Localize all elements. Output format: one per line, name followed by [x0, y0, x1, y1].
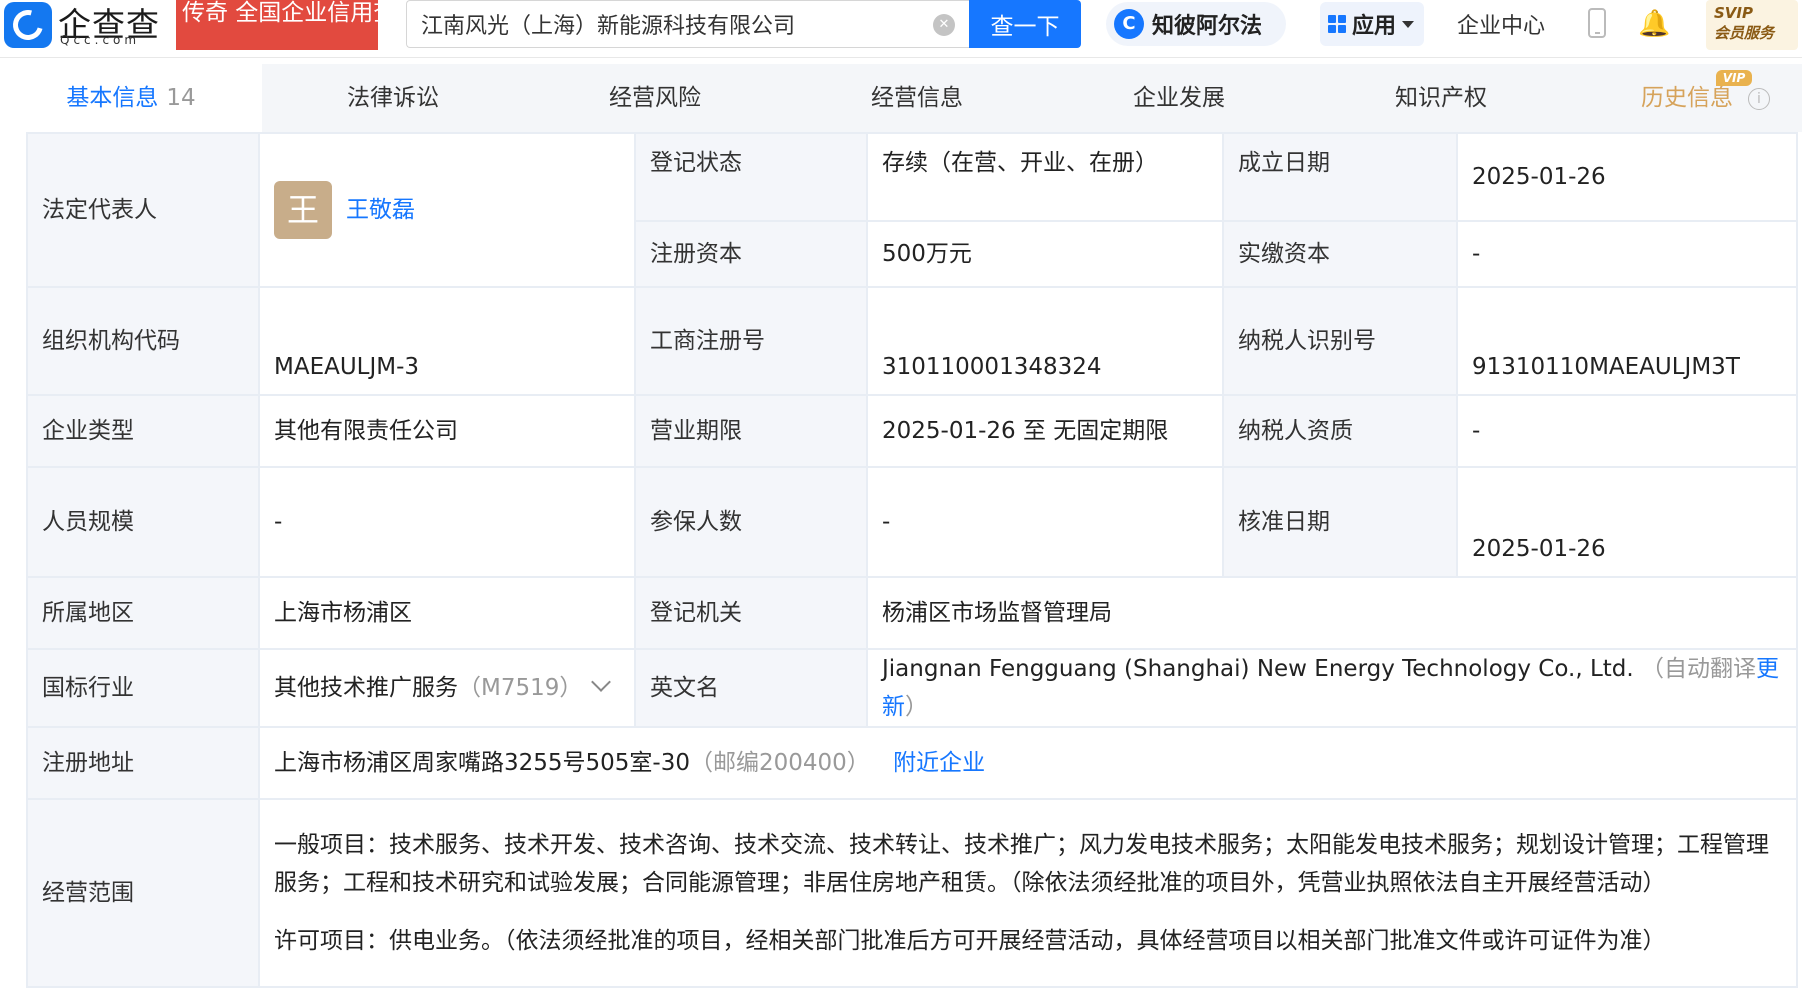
english-name-value: Jiangnan Fengguang (Shanghai) New Energy… [882, 656, 1634, 682]
tab-business-info[interactable]: 经营信息 [786, 64, 1048, 132]
industry-cell: 其他技术推广服务（M7519） [258, 648, 636, 728]
auto-translate-suffix: ） [905, 694, 928, 720]
est-date-label: 成立日期 [1222, 132, 1458, 222]
staff-size-label: 人员规模 [26, 466, 260, 578]
scope-general: 一般项目：技术服务、技术开发、技术咨询、技术交流、技术转让、技术推广；风力发电技… [274, 832, 1769, 896]
brand-domain: Qcc.com [60, 33, 141, 47]
qcc-logo-icon[interactable] [4, 2, 52, 48]
approval-date-label: 核准日期 [1222, 466, 1458, 578]
mobile-phone-icon[interactable] [1588, 8, 1606, 38]
nearby-companies-link[interactable]: 附近企业 [893, 750, 985, 776]
brand-logo[interactable]: 企查查 Qcc.com [58, 0, 170, 50]
address-value: 上海市杨浦区周家嘴路3255号505室-30 [274, 750, 690, 776]
insured-value: - [866, 466, 1224, 578]
est-date-value: 2025-01-26 [1456, 132, 1798, 222]
english-name-label: 英文名 [634, 648, 868, 728]
org-code-label: 组织机构代码 [26, 286, 260, 396]
vip-badge: VIP [1716, 70, 1752, 86]
address-cell: 上海市杨浦区周家嘴路3255号505室-30（邮编200400） 附近企业 [258, 726, 1798, 800]
bell-icon[interactable]: 🔔 [1638, 10, 1670, 38]
table-row: 法定代表人 王王敬磊 登记状态 存续（在营、开业、在册） 成立日期 2025-0… [26, 132, 1798, 288]
address-label: 注册地址 [26, 726, 260, 800]
staff-size-value: - [258, 466, 636, 578]
table-row: 国标行业 其他技术推广服务（M7519） 英文名 Jiangnan Fenggu… [26, 648, 1798, 728]
tab-count: 14 [166, 85, 196, 111]
reg-status-label: 登记状态 [634, 132, 868, 222]
tab-development[interactable]: 企业发展 [1048, 64, 1310, 132]
biz-reg-no-label: 工商注册号 [634, 286, 868, 396]
table-row: 所属地区 上海市杨浦区 登记机关 杨浦区市场监督管理局 [26, 576, 1798, 650]
taxpayer-qual-value: - [1456, 394, 1798, 468]
tab-label: 基本信息 [66, 85, 159, 111]
basic-info-table: 法定代表人 王王敬磊 登记状态 存续（在营、开业、在册） 成立日期 2025-0… [26, 132, 1798, 988]
caret-down-icon [1402, 20, 1415, 28]
search-box: ✕ [406, 0, 969, 48]
industry-value: 其他技术推广服务 [274, 675, 458, 701]
grid-icon [1328, 15, 1346, 33]
reg-authority-label: 登记机关 [634, 576, 868, 650]
search-input[interactable] [407, 1, 969, 47]
approval-date-value: 2025-01-26 [1456, 466, 1798, 578]
zbaef-button[interactable]: C 知彼阿尔法 [1106, 2, 1286, 46]
avatar[interactable]: 王 [274, 181, 332, 239]
reg-capital-value: 500万元 [866, 220, 1224, 288]
zbaef-label: 知彼阿尔法 [1152, 14, 1263, 39]
taxpayer-id-label: 纳税人识别号 [1222, 286, 1458, 396]
apps-menu-button[interactable]: 应用 [1320, 2, 1424, 46]
brand-slogan: 传奇 全国企业信用查询 [176, 0, 378, 50]
chevron-down-icon[interactable] [591, 672, 612, 692]
auto-translate-prefix: （自动翻译 [1641, 656, 1757, 682]
top-header: 企查查 Qcc.com 传奇 全国企业信用查询 ✕ 查一下 C 知彼阿尔法 应用… [0, 0, 1802, 58]
ent-type-label: 企业类型 [26, 394, 260, 468]
ent-type-value: 其他有限责任公司 [258, 394, 636, 468]
section-tabs: 基本信息 14 法律诉讼 经营风险 经营信息 企业发展 知识产权 历史信息 [0, 64, 1802, 132]
scope-cell: 一般项目：技术服务、技术开发、技术咨询、技术交流、技术转让、技术推广；风力发电技… [258, 798, 1798, 988]
table-row: 注册地址 上海市杨浦区周家嘴路3255号505室-30（邮编200400） 附近… [26, 726, 1798, 800]
region-value: 上海市杨浦区 [258, 576, 636, 650]
table-row: 组织机构代码 MAEAULJM-3 工商注册号 310110001348324 … [26, 286, 1798, 396]
tab-basic-info[interactable]: 基本信息 14 [0, 64, 262, 132]
svip-member-service: 会员服务 [1714, 24, 1775, 42]
region-label: 所属地区 [26, 576, 260, 650]
apps-label: 应用 [1352, 14, 1397, 39]
postcode: （邮编200400） [690, 750, 870, 776]
table-row: 企业类型 其他有限责任公司 营业期限 2025-01-26 至 无固定期限 纳税… [26, 394, 1798, 468]
clear-icon[interactable]: ✕ [933, 14, 955, 36]
search-button[interactable]: 查一下 [969, 0, 1081, 48]
info-icon[interactable]: i [1748, 88, 1770, 110]
table-row: 人员规模 - 参保人数 - 核准日期 2025-01-26 [26, 466, 1798, 578]
table-row: 经营范围 一般项目：技术服务、技术开发、技术咨询、技术交流、技术转让、技术推广；… [26, 798, 1798, 988]
biz-term-label: 营业期限 [634, 394, 868, 468]
tab-business-risk[interactable]: 经营风险 [524, 64, 786, 132]
paid-capital-label: 实缴资本 [1222, 220, 1458, 288]
legal-rep-name-link[interactable]: 王敬磊 [346, 191, 415, 229]
zbaef-logo-icon: C [1114, 9, 1144, 39]
tab-ip[interactable]: 知识产权 [1310, 64, 1572, 132]
biz-term-value: 2025-01-26 至 无固定期限 [866, 394, 1224, 468]
industry-code: （M7519） [458, 675, 583, 701]
legal-rep-label: 法定代表人 [26, 132, 260, 288]
taxpayer-qual-label: 纳税人资质 [1222, 394, 1458, 468]
scope-licensed: 许可项目：供电业务。（依法须经批准的项目，经相关部门批准后方可开展经营活动，具体… [274, 928, 1666, 954]
reg-authority-value: 杨浦区市场监督管理局 [866, 576, 1798, 650]
paid-capital-value: - [1456, 220, 1798, 288]
english-name-cell: Jiangnan Fengguang (Shanghai) New Energy… [866, 648, 1798, 728]
taxpayer-id-value: 91310110MAEAULJM3T [1456, 286, 1798, 396]
reg-status-value: 存续（在营、开业、在册） [866, 132, 1224, 222]
org-code-value: MAEAULJM-3 [258, 286, 636, 396]
industry-label: 国标行业 [26, 648, 260, 728]
svip-label: SVIP [1714, 4, 1753, 22]
svip-member-button[interactable]: SVIP 会员服务 [1706, 0, 1798, 50]
tab-legal-litigation[interactable]: 法律诉讼 [262, 64, 524, 132]
insured-label: 参保人数 [634, 466, 868, 578]
scope-label: 经营范围 [26, 798, 260, 988]
biz-reg-no-value: 310110001348324 [866, 286, 1224, 396]
reg-capital-label: 注册资本 [634, 220, 868, 288]
legal-rep-cell: 王王敬磊 [258, 132, 636, 288]
enterprise-center-link[interactable]: 企业中心 [1457, 8, 1545, 40]
